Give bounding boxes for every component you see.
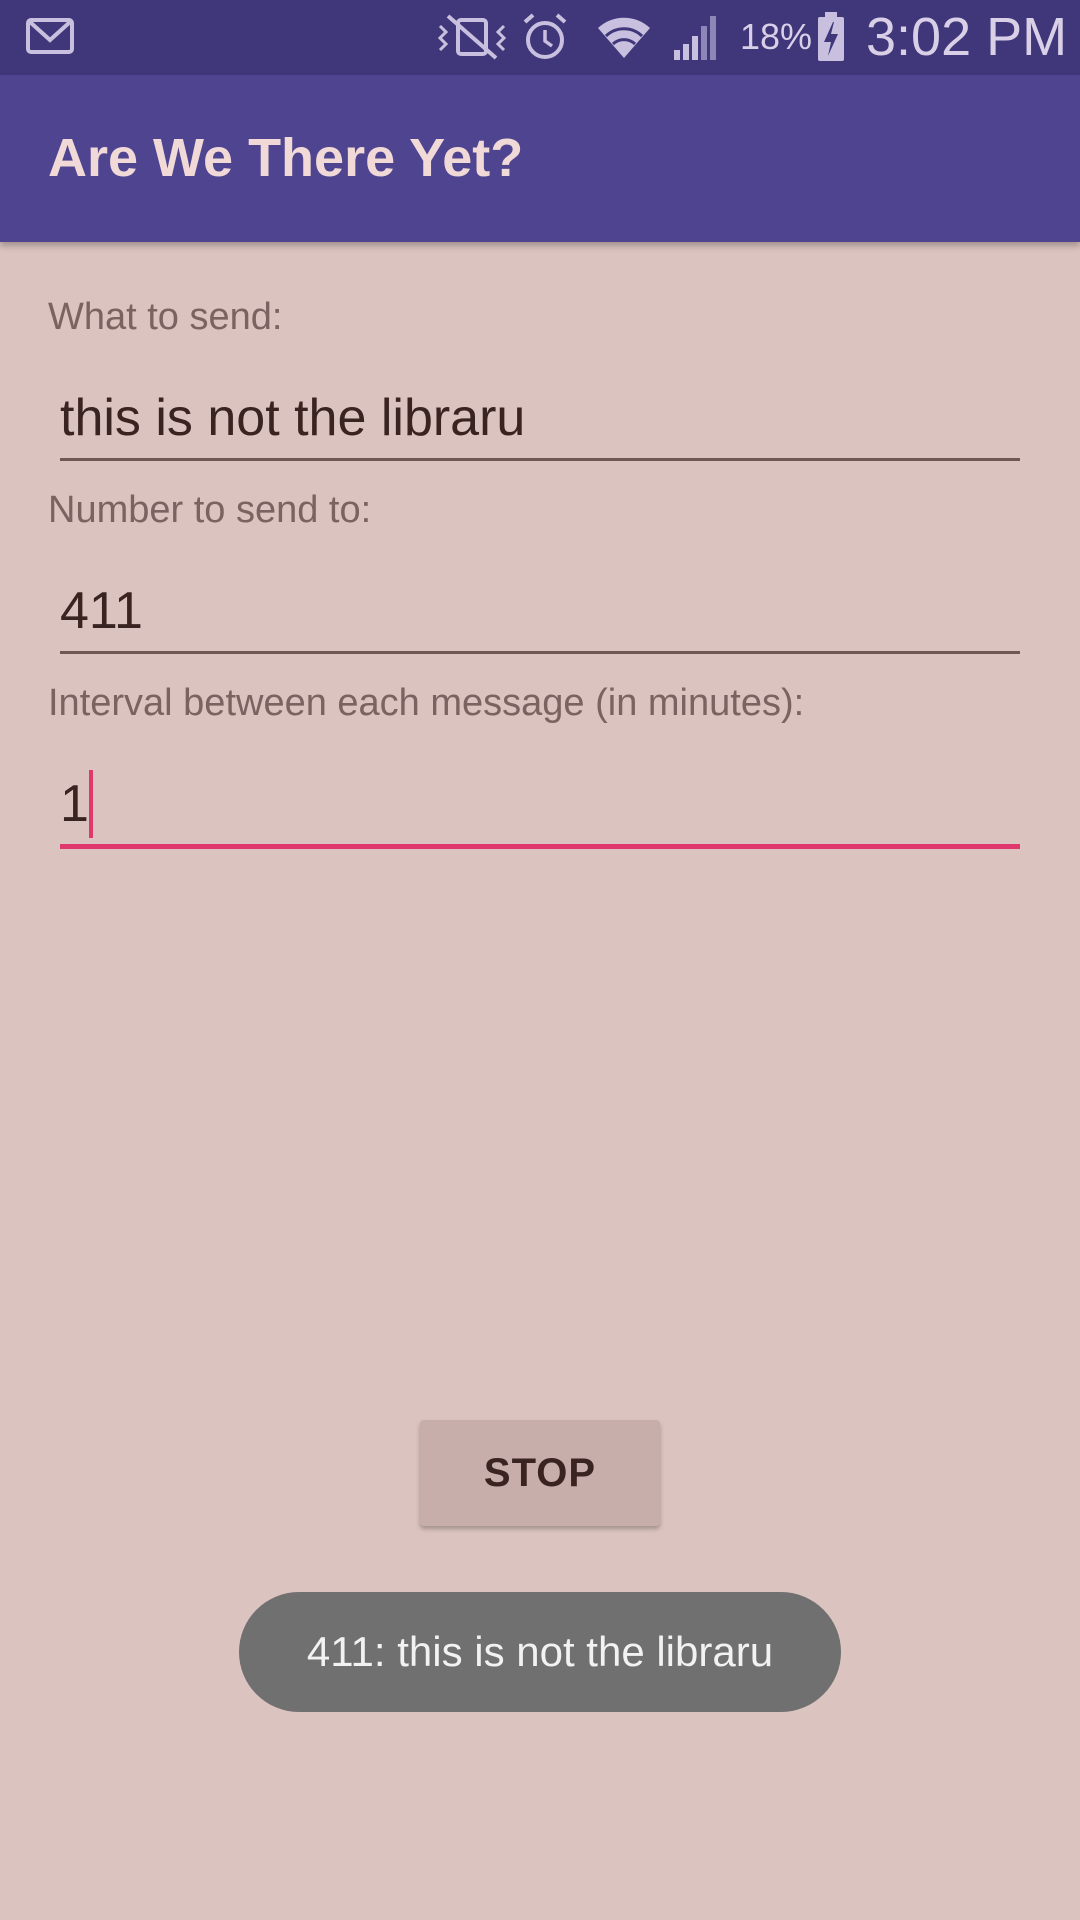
battery-percent: 18%	[740, 16, 813, 57]
stop-button[interactable]: STOP	[420, 1420, 660, 1526]
toast-message: 411: this is not the libraru	[239, 1592, 841, 1712]
gmail-icon	[26, 18, 74, 54]
app-title: Are We There Yet?	[48, 128, 524, 188]
clock: 3:02 PM	[866, 7, 1068, 67]
vibrate-mute-icon	[437, 14, 507, 60]
alarm-icon	[523, 13, 567, 59]
message-field[interactable]: this is not the libraru	[60, 378, 1020, 461]
number-label: Number to send to:	[48, 489, 372, 531]
number-field[interactable]: 411	[60, 571, 1020, 654]
status-bar: 18% 3:02 PM	[0, 0, 1080, 75]
app-bar: Are We There Yet?	[0, 75, 1080, 242]
message-label: What to send:	[48, 296, 283, 338]
interval-label: Interval between each message (in minute…	[48, 682, 805, 724]
wifi-icon	[598, 17, 650, 58]
number-value: 411	[60, 582, 143, 640]
interval-field[interactable]: 1	[60, 764, 1020, 849]
text-cursor	[89, 770, 93, 838]
battery-charging-icon	[818, 12, 844, 61]
interval-value: 1	[60, 775, 89, 833]
signal-icon	[674, 16, 716, 60]
message-value: this is not the libraru	[60, 389, 526, 447]
